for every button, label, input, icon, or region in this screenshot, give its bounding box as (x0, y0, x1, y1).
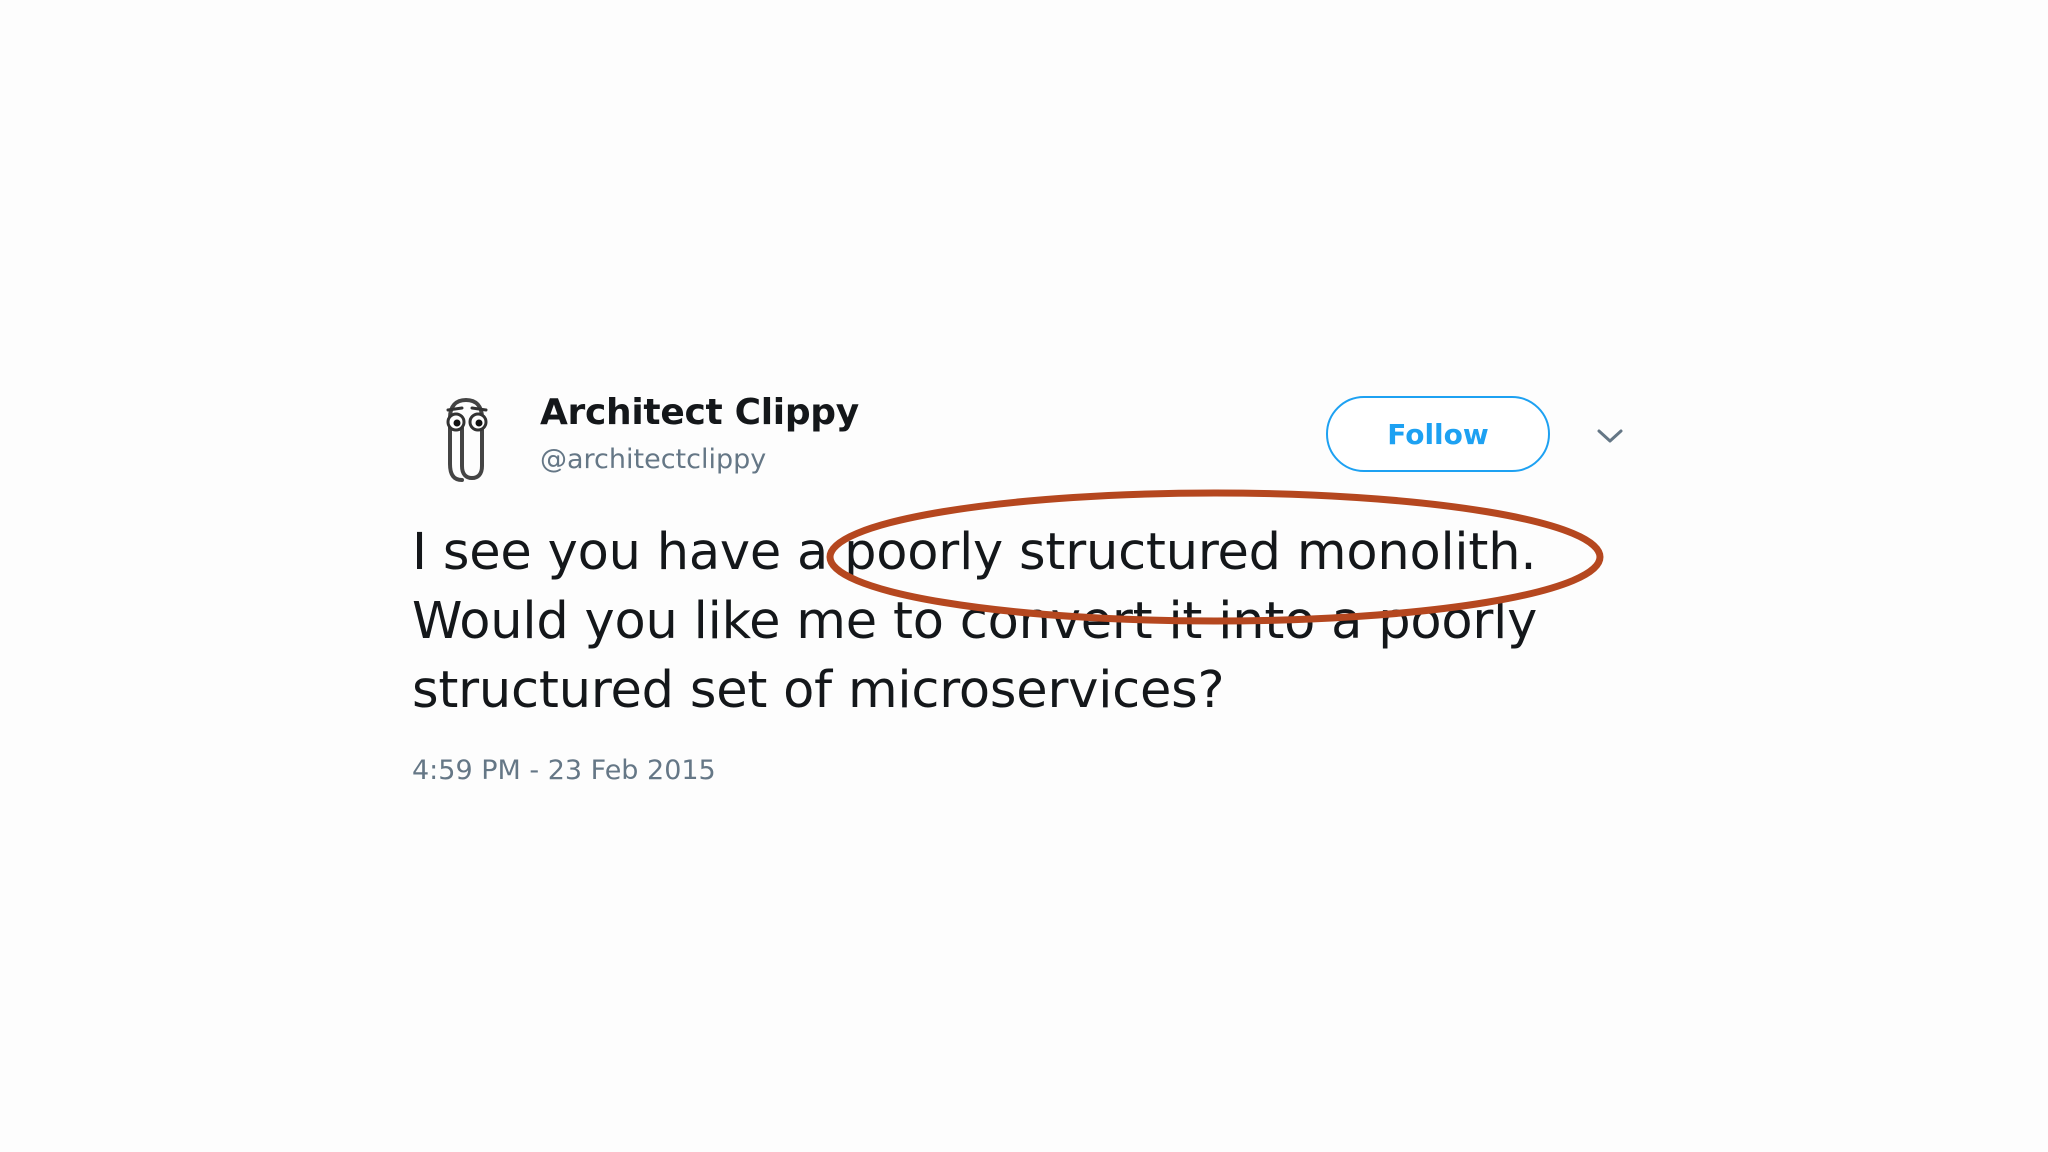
author-handle[interactable]: @architectclippy (540, 444, 766, 475)
chevron-down-icon (1597, 429, 1623, 443)
page: Architect Clippy @architectclippy Follow… (0, 0, 2048, 1152)
author-name[interactable]: Architect Clippy (540, 392, 859, 433)
tweet-text-line-2: Would you like me to convert it into a p… (412, 592, 1538, 651)
avatar[interactable] (432, 388, 508, 488)
tweet-text-line-1: I see you have a poorly structured monol… (412, 523, 1537, 582)
tweet-card: Architect Clippy @architectclippy Follow… (412, 380, 1642, 800)
tweet-text-line-3: structured set of microservices? (412, 661, 1225, 720)
tweet-timestamp[interactable]: 4:59 PM - 23 Feb 2015 (412, 755, 716, 786)
paperclip-icon (446, 397, 488, 482)
more-options-button[interactable] (1588, 414, 1632, 458)
follow-button[interactable]: Follow (1326, 396, 1550, 472)
tweet-text: I see you have a poorly structured monol… (412, 518, 1642, 725)
